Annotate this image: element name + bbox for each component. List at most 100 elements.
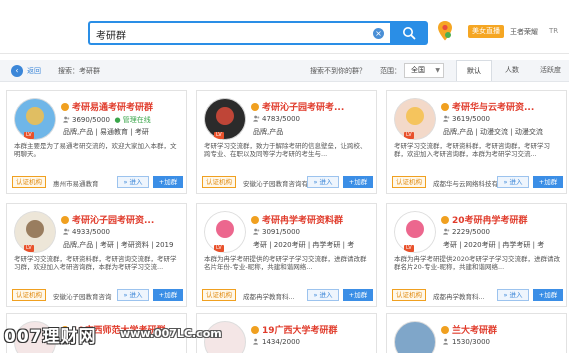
member-count-text: 3091/5000 xyxy=(262,228,300,236)
member-count-text: 4783/5000 xyxy=(262,115,300,123)
group-card[interactable]: 19广西大学考研群 1434/2000 xyxy=(196,313,377,353)
clear-icon[interactable]: × xyxy=(373,28,384,39)
search-button[interactable] xyxy=(390,21,428,45)
certified-org-badge: 认证机构 xyxy=(392,176,426,188)
group-name[interactable]: 考研沁子园考研资... xyxy=(61,213,185,226)
group-name[interactable]: 19广西大学考研群 xyxy=(251,323,375,336)
members-icon xyxy=(253,338,258,345)
tab-activity[interactable]: 活跃度 xyxy=(532,60,569,81)
group-avatar[interactable]: LV xyxy=(14,98,56,140)
level-badge: LV xyxy=(214,245,224,252)
group-avatar[interactable]: LV xyxy=(204,211,246,253)
group-name-text: 20考研冉学考研群 xyxy=(452,216,528,226)
group-card[interactable]: LV 考研易通考研考研群 3690/5000 ● 管理在线 品牌,产品 | 易通… xyxy=(6,90,187,194)
filter-bar: ‹ 返回 搜索：考研群 搜索不到你的群？ 范围： 全国 ▼ 默认 人数 活跃度 xyxy=(0,60,569,82)
card-footer: 认证机构 惠州市易通教育 » 进入 +加群 xyxy=(7,171,186,193)
org-name[interactable]: 成都华与云网络科技有限公司 xyxy=(433,178,497,188)
group-tags: 品牌,产品 | 考研 | 考研资料 | 2019 xyxy=(63,241,174,249)
search-input[interactable] xyxy=(96,27,366,41)
join-group-button[interactable]: +加群 xyxy=(343,289,373,301)
tab-default[interactable]: 默认 xyxy=(456,60,492,81)
member-count: 4783/5000 xyxy=(253,115,300,123)
group-card[interactable]: LV 考研冉学考研资料群 3091/5000 考研 | 2020考研 | 冉学考… xyxy=(196,203,377,307)
user-name[interactable]: 王者荣耀 xyxy=(510,27,538,37)
group-avatar[interactable]: LV xyxy=(394,98,436,140)
user-extra[interactable]: TR xyxy=(549,27,558,35)
level-badge: LV xyxy=(24,245,34,252)
org-name[interactable]: 惠州市易通教育 xyxy=(53,178,117,188)
member-count: 4933/5000 xyxy=(63,228,110,236)
member-count-text: 3619/5000 xyxy=(452,115,490,123)
group-tags: 考研 | 2020考研 | 冉学考研 | 考 xyxy=(253,241,355,249)
group-name-text: 19广西大学考研群 xyxy=(262,326,338,336)
group-tags: 考研 | 2020考研 | 冉学考研 | 考 xyxy=(443,241,545,249)
search-icon xyxy=(403,27,416,40)
range-label: 范围： xyxy=(380,67,401,75)
location-icon[interactable] xyxy=(437,20,453,42)
promo-badge[interactable]: 美女直播 xyxy=(468,25,504,38)
enter-button[interactable]: » 进入 xyxy=(307,289,339,301)
member-count: 3091/5000 xyxy=(253,228,300,236)
group-name[interactable]: 考研易通考研考研群 xyxy=(61,100,185,113)
group-card[interactable]: LV 考研沁子园考研考... 4783/5000 品牌,产品 考研学习交流群，致… xyxy=(196,90,377,194)
card-footer: 认证机构 安徽沁子园教育咨询有限公司 » 进入 +加群 xyxy=(197,171,376,193)
group-name[interactable]: 考研冉学考研资料群 xyxy=(251,213,375,226)
enter-button[interactable]: » 进入 xyxy=(117,289,149,301)
group-name[interactable]: 考研华与云考研资... xyxy=(441,100,565,113)
group-avatar-image xyxy=(204,211,246,253)
tab-members[interactable]: 人数 xyxy=(494,60,530,81)
watermark-brand: 007理财网 xyxy=(4,327,97,347)
group-description: 本群为冉学考研提供2020考研学子学习交流群，进群请改群名片20-专业-昵称，共… xyxy=(394,255,561,271)
group-avatar[interactable] xyxy=(394,321,436,353)
range-value: 全国 xyxy=(411,66,425,74)
join-group-button[interactable]: +加群 xyxy=(153,176,183,188)
group-name-text: 兰大考研群 xyxy=(452,326,498,336)
member-count: 2229/5000 xyxy=(443,228,490,236)
card-footer: 认证机构 成都冉学教育科... » 进入 +加群 xyxy=(387,284,566,306)
member-count: 1530/3000 xyxy=(443,338,490,346)
medal-icon xyxy=(61,216,69,224)
members-icon xyxy=(253,228,260,235)
level-badge: LV xyxy=(404,245,414,252)
group-name[interactable]: 考研沁子园考研考... xyxy=(251,100,375,113)
org-name[interactable]: 安徽沁子园教育咨询 xyxy=(53,291,117,301)
member-count-text: 4933/5000 xyxy=(72,228,110,236)
group-avatar[interactable]: LV xyxy=(14,211,56,253)
org-name[interactable]: 成都冉学教育科... xyxy=(433,291,497,301)
group-avatar-image xyxy=(204,98,246,140)
group-name-text: 考研华与云考研资... xyxy=(452,103,535,113)
group-avatar-image xyxy=(394,98,436,140)
join-group-button[interactable]: +加群 xyxy=(153,289,183,301)
join-group-button[interactable]: +加群 xyxy=(533,289,563,301)
enter-button[interactable]: » 进入 xyxy=(307,176,339,188)
group-description: 本群为冉学考研提供的考研学子学习交流群，进群请改群名片年份-专业-昵称，共建和谐… xyxy=(204,255,367,271)
join-group-button[interactable]: +加群 xyxy=(533,176,563,188)
org-name[interactable]: 成都冉学教育科... xyxy=(243,291,307,301)
member-count: 1434/2000 xyxy=(253,338,300,346)
group-card[interactable]: LV 考研沁子园考研资... 4933/5000 品牌,产品 | 考研 | 考研… xyxy=(6,203,187,307)
enter-button[interactable]: » 进入 xyxy=(497,176,529,188)
group-avatar[interactable]: LV xyxy=(394,211,436,253)
group-card[interactable]: 兰大考研群 1530/3000 xyxy=(386,313,567,353)
enter-button[interactable]: » 进入 xyxy=(117,176,149,188)
group-name-text: 考研易通考研考研群 xyxy=(72,103,154,113)
group-card[interactable]: LV 20考研冉学考研群 2229/5000 考研 | 2020考研 | 冉学考… xyxy=(386,203,567,307)
members-icon xyxy=(253,115,260,122)
group-description: 本群主要是为了易通考研交流的，欢迎大家加入本群，文明聊天。 xyxy=(14,142,177,158)
group-avatar-image xyxy=(14,211,56,253)
group-name[interactable]: 20考研冉学考研群 xyxy=(441,213,565,226)
group-avatar[interactable]: LV xyxy=(204,98,246,140)
enter-button[interactable]: » 进入 xyxy=(497,289,529,301)
group-card[interactable]: LV 考研华与云考研资... 3619/5000 品牌,产品 | 动漫交流 | … xyxy=(386,90,567,194)
medal-icon xyxy=(441,216,449,224)
range-select[interactable]: 全国 ▼ xyxy=(404,63,444,78)
members-icon xyxy=(443,338,448,345)
org-name[interactable]: 安徽沁子园教育咨询有限公司 xyxy=(243,178,307,188)
join-group-button[interactable]: +加群 xyxy=(343,176,373,188)
not-found-link[interactable]: 搜索不到你的群？ xyxy=(310,66,366,76)
level-badge: LV xyxy=(24,132,34,139)
group-name[interactable]: 兰大考研群 xyxy=(441,323,565,336)
back-arrow-icon[interactable]: ‹ xyxy=(11,65,23,77)
search-summary: 搜索：考研群 xyxy=(58,67,100,75)
back-link[interactable]: 返回 xyxy=(27,66,41,76)
